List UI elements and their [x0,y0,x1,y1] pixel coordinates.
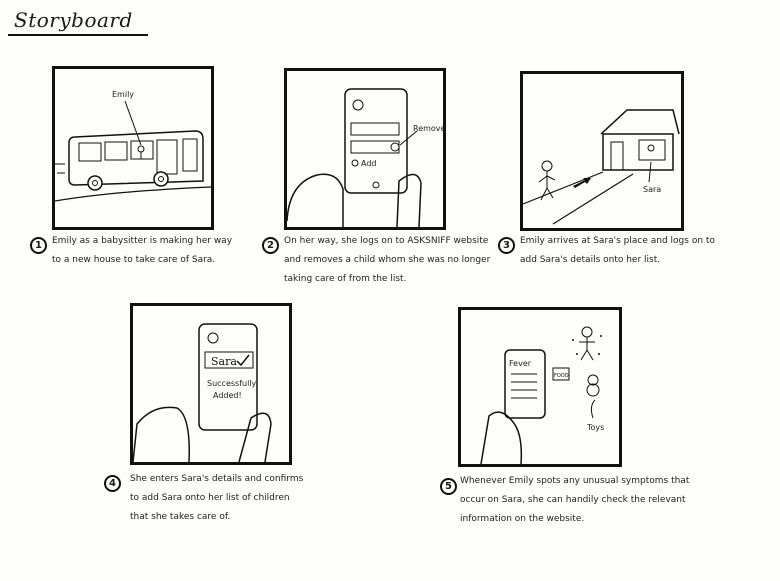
fever-label: Fever [509,359,532,368]
add-label: Add [361,159,377,168]
symptom-check-sketch: Fever FOOD Toys [480,326,604,464]
sara-label: Sara [643,185,661,194]
panel-3-frame: Sara [520,71,684,231]
step-1-number: 1 [30,237,47,254]
panel-4-frame: Sara Successfully Added! [130,303,292,465]
remove-label: Remove [413,124,443,133]
panel-2-frame: Add Remove [284,68,446,230]
success-line-1: Successfully [207,379,257,388]
bus-sketch: Emily [55,90,211,202]
panel-1-frame: Emily [52,66,214,230]
step-5-number: 5 [440,478,457,495]
emily-label: Emily [112,90,134,99]
caption-1: Emily as a babysitter is making her way t… [52,236,233,265]
caption-3: Emily arrives at Sara's place and logs o… [520,236,715,265]
caption-2: On her way, she logs on to ASKSNIFF webs… [284,236,491,284]
phone-success-sketch: Sara Successfully Added! [133,323,272,462]
house-sketch: Sara [523,109,680,225]
sara-entry-text: Sara [211,355,237,368]
step-3-number: 3 [498,237,515,254]
phone-remove-sketch: Add Remove [287,88,443,227]
caption-5: Whenever Emily spots any unusual symptom… [460,476,690,524]
step-4-number: 4 [104,475,121,492]
success-line-2: Added! [213,391,242,400]
caption-4: She enters Sara's details and confirms to… [130,474,304,522]
toys-label: Toys [586,423,604,432]
food-label: FOOD [554,373,569,379]
panel-5-frame: Fever FOOD Toys [458,307,622,467]
storyboard-title: Storyboard [14,8,133,32]
step-2-number: 2 [262,237,279,254]
title-underline [8,34,148,36]
